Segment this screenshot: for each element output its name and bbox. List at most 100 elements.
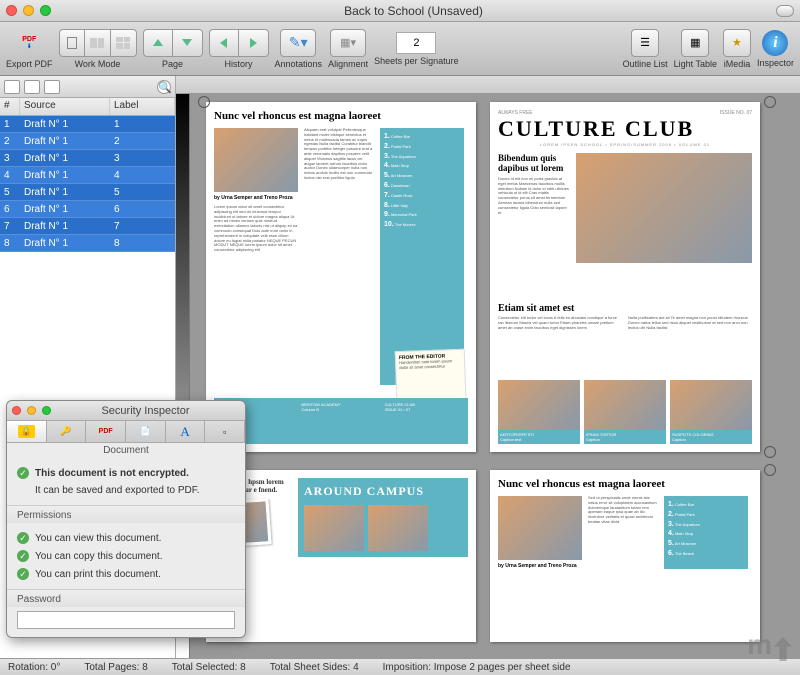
- col-num[interactable]: #: [0, 98, 20, 115]
- view-mode-2-button[interactable]: [24, 80, 40, 94]
- canvas[interactable]: Nunc vel rhoncus est magna laoreet by Ur…: [176, 76, 800, 658]
- body-col2: Aliquam erat volutpat Pellentesque habit…: [304, 128, 374, 385]
- work-mode-2-button[interactable]: [85, 29, 111, 57]
- sheet-1[interactable]: Nunc vel rhoncus est magna laoreet by Ur…: [206, 102, 476, 452]
- tab-security[interactable]: 🔒: [7, 421, 47, 442]
- view-mode-1-button[interactable]: [4, 80, 20, 94]
- inspector-label: Inspector: [757, 58, 794, 68]
- table-row[interactable]: 1Draft N° 11: [0, 116, 175, 133]
- minimize-icon[interactable]: [27, 406, 36, 415]
- tab-key[interactable]: 🔑: [47, 421, 87, 442]
- history-back-button[interactable]: [209, 29, 239, 57]
- list-item: 4. Main Stop: [384, 161, 460, 171]
- inspector-doc-label: Document: [7, 443, 245, 458]
- table-row[interactable]: 6Draft N° 16: [0, 201, 175, 218]
- history-segment: [209, 29, 269, 57]
- inspector-titlebar[interactable]: Security Inspector: [7, 401, 245, 421]
- close-icon[interactable]: [12, 406, 21, 415]
- crop-handle[interactable]: [764, 96, 774, 106]
- p2-footer: AERTOPERFETITICaption text IPSUM TORTORC…: [498, 380, 752, 444]
- search-icon[interactable]: 🔍: [157, 80, 171, 94]
- p2-issue: ISSUE NO. 07: [720, 110, 752, 116]
- imedia-button[interactable]: ★: [723, 29, 751, 57]
- history-label: History: [225, 59, 253, 69]
- p2-masthead: CULTURE CLUB: [498, 116, 752, 142]
- table-row[interactable]: 3Draft N° 13: [0, 150, 175, 167]
- crop-handle[interactable]: [198, 96, 208, 106]
- password-input[interactable]: [17, 611, 235, 629]
- password-head: Password: [7, 589, 245, 607]
- outline-list-button[interactable]: ☰: [631, 29, 659, 57]
- pdf-icon[interactable]: PDF⬇: [16, 29, 42, 57]
- work-mode-3-button[interactable]: [111, 29, 137, 57]
- work-mode-1-button[interactable]: [59, 29, 85, 57]
- zoom-icon[interactable]: [42, 406, 51, 415]
- list-item: 1. Coffee Bar: [668, 500, 744, 510]
- thumb-1: [498, 380, 580, 430]
- annotations-button[interactable]: ✎▾: [280, 29, 316, 57]
- security-inspector-panel[interactable]: Security Inspector 🔒 🔑 PDF 📄 A ▫ Documen…: [6, 400, 246, 638]
- zoom-icon[interactable]: [40, 5, 51, 16]
- col-label[interactable]: Label: [110, 98, 175, 115]
- imedia-label: iMedia: [724, 59, 751, 69]
- triangle-right-icon: [250, 38, 257, 48]
- perm-copy: You can copy this document.: [35, 551, 163, 562]
- table-row[interactable]: 8Draft N° 18: [0, 235, 175, 252]
- toolbar-pill-icon[interactable]: [776, 5, 794, 17]
- window-title: Back to School (Unsaved): [51, 4, 776, 18]
- page-down-button[interactable]: [173, 29, 203, 57]
- minimize-icon[interactable]: [23, 5, 34, 16]
- footer-boxes: LOREMColumn A BRISTOW ACADEMYColumn B CU…: [214, 398, 468, 444]
- p3-headline: AROUND CAMPUS: [304, 484, 462, 499]
- list-item: 4. Main Stop: [668, 529, 744, 539]
- tab-pdf[interactable]: PDF: [86, 421, 126, 442]
- light-table-button[interactable]: ▦: [681, 29, 709, 57]
- history-fwd-button[interactable]: [239, 29, 269, 57]
- table-row[interactable]: 7Draft N° 17: [0, 218, 175, 235]
- p1-byline: by Urna Semper and Treno Proza: [214, 195, 298, 201]
- crop-handle[interactable]: [764, 464, 774, 474]
- tab-more[interactable]: ▫: [205, 421, 245, 442]
- check-icon: ✓: [17, 568, 29, 580]
- crop-handle[interactable]: [764, 446, 774, 456]
- status-total-sides: Total Sheet Sides: 4: [270, 662, 359, 673]
- table-row[interactable]: 4Draft N° 14: [0, 167, 175, 184]
- close-icon[interactable]: [6, 5, 17, 16]
- outline-list-label: Outline List: [623, 59, 668, 69]
- window-titlebar: Back to School (Unsaved): [0, 0, 800, 22]
- list-item: 5. Art Museum: [384, 171, 460, 181]
- view-mode-3-button[interactable]: [44, 80, 60, 94]
- sheet-4[interactable]: Nunc vel rhoncus est magna laoreet by Ur…: [490, 470, 760, 642]
- inspector-tabs: 🔒 🔑 PDF 📄 A ▫: [7, 421, 245, 443]
- arrow-up-icon: [774, 637, 792, 661]
- perm-view: You can view this document.: [35, 533, 161, 544]
- page-label: Page: [162, 59, 183, 69]
- status-rotation: Rotation: 0°: [8, 662, 60, 673]
- page-up-button[interactable]: [143, 29, 173, 57]
- col-source[interactable]: Source: [20, 98, 110, 115]
- table-row[interactable]: 2Draft N° 12: [0, 133, 175, 150]
- sidebar-toolbar: 🔍: [0, 76, 175, 98]
- table-row[interactable]: 5Draft N° 15: [0, 184, 175, 201]
- light-table-label: Light Table: [674, 59, 717, 69]
- status-total-selected: Total Selected: 8: [172, 662, 246, 673]
- sheet-3[interactable]: d adminim hpsm lorem xerc, petetur e fne…: [206, 470, 476, 642]
- body-text: Lorem ipsum dolor sit amet consectetur a…: [214, 205, 298, 385]
- sheet-2[interactable]: ALWAYS FREE ISSUE NO. 07 CULTURE CLUB LO…: [490, 102, 760, 452]
- list-item: 8. Little Italy: [384, 201, 460, 211]
- group-photo: [576, 153, 752, 263]
- p2-col2: Nulla purificatem aut sit Te amet magna …: [628, 316, 752, 366]
- list-item: 3. The Aquarium: [384, 152, 460, 162]
- annotations-icon: ✎▾: [289, 34, 308, 51]
- media-icon: ★: [732, 36, 742, 49]
- alignment-button[interactable]: ▦▾: [330, 29, 366, 57]
- status-imposition: Imposition: Impose 2 pages per sheet sid…: [383, 662, 571, 673]
- tab-text[interactable]: A: [166, 421, 206, 442]
- inspector-button[interactable]: i: [762, 30, 788, 56]
- sheets-per-sig-input[interactable]: [396, 32, 436, 54]
- grid-icon: ▦: [690, 36, 700, 49]
- check-icon: ✓: [17, 467, 29, 479]
- sidebar-list: 1. Coffee Bar2. Portal Park3. The Aquari…: [380, 128, 464, 385]
- list-item: 7. Castle Rock: [384, 191, 460, 201]
- tab-page[interactable]: 📄: [126, 421, 166, 442]
